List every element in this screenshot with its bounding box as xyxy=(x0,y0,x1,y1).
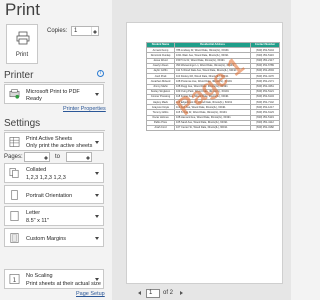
copies-spinner[interactable] xyxy=(91,27,97,35)
print-what-desc: Only print the active sheets xyxy=(26,143,93,149)
chevron-down-icon xyxy=(95,193,99,199)
pages-to-input[interactable] xyxy=(66,152,92,162)
printer-dropdown[interactable]: Microsoft Print to PDF Ready xyxy=(4,84,104,104)
print-what-title: Print Active Sheets xyxy=(26,136,73,142)
settings-section-title: Settings xyxy=(4,118,41,129)
chevron-down-icon xyxy=(95,93,99,98)
pages-to-label: to xyxy=(55,154,61,160)
paper-size-dropdown[interactable]: Letter 8.5" x 11" xyxy=(4,206,104,226)
printer-divider xyxy=(4,82,105,83)
page-setup-link[interactable]: Page Setup xyxy=(76,291,105,297)
svg-text:1: 1 xyxy=(12,276,16,284)
margins-dropdown[interactable]: Custom Margins xyxy=(4,228,104,247)
table-cell: Ariah Ford xyxy=(146,124,175,132)
paper-size-title: Letter xyxy=(26,210,41,216)
sheet-icon xyxy=(9,136,20,147)
next-page-icon[interactable] xyxy=(180,291,185,295)
chevron-down-icon xyxy=(95,172,99,177)
pages-from-input[interactable] xyxy=(24,152,50,162)
collate-desc: 1,2,3 1,2,3 1,2,3 xyxy=(26,175,66,181)
page-title: Print xyxy=(5,0,40,19)
printer-icon xyxy=(16,31,30,45)
previous-page-icon[interactable] xyxy=(136,291,141,295)
paper-icon xyxy=(10,211,19,221)
chevron-down-icon xyxy=(95,140,99,146)
total-pages-label: of 2 xyxy=(163,290,174,296)
portrait-icon xyxy=(11,189,18,200)
margins-icon xyxy=(10,232,19,243)
settings-divider xyxy=(4,130,105,131)
scaling-desc: Print sheets at their actual size xyxy=(26,281,101,287)
printer-properties-link[interactable]: Printer Properties xyxy=(63,106,106,112)
copies-label: Copies: xyxy=(47,28,68,34)
scaling-icon: 1 xyxy=(9,274,20,284)
chevron-down-icon xyxy=(95,215,99,220)
orientation-title: Portrait Orientation xyxy=(26,193,73,199)
chevron-down-icon xyxy=(95,278,99,283)
copies-value: 1 xyxy=(74,28,78,34)
printer-section-title: Printer xyxy=(4,70,34,81)
collate-dropdown[interactable]: Collated 1,2,3 1,2,3 1,2,3 xyxy=(4,163,104,183)
pdf-printer-icon xyxy=(9,89,20,99)
margins-title: Custom Margins xyxy=(26,236,67,242)
collate-icon xyxy=(9,168,19,178)
table-cell: (630) 351-3182 xyxy=(250,124,280,132)
current-page-input[interactable]: 1 xyxy=(146,289,160,298)
chevron-down-icon xyxy=(95,236,99,242)
collate-title: Collated xyxy=(26,167,47,173)
preview-page: Student Name Residential Address Contact… xyxy=(126,22,283,284)
scaling-dropdown[interactable]: 1 No Scaling Print sheets at their actua… xyxy=(4,269,104,289)
scaling-title: No Scaling xyxy=(26,273,53,279)
table-row: Ariah Ford 107 Center St, Wood Dale, Illi… xyxy=(146,124,280,132)
paper-size-desc: 8.5" x 11" xyxy=(26,218,50,224)
pages-label: Pages: xyxy=(4,154,23,160)
printer-status: Ready xyxy=(26,96,42,102)
print-what-dropdown[interactable]: Print Active Sheets Only print the activ… xyxy=(4,132,104,151)
copies-input[interactable]: 1 xyxy=(71,26,99,36)
orientation-dropdown[interactable]: Portrait Orientation xyxy=(4,185,104,204)
table-cell: 107 Center St, Wood Dale, Illinois(IL), … xyxy=(174,124,251,132)
printer-name: Microsoft Print to PDF xyxy=(26,89,80,95)
print-button[interactable]: Print xyxy=(6,24,38,64)
print-button-label: Print xyxy=(15,52,29,58)
info-icon[interactable]: i xyxy=(97,70,104,77)
